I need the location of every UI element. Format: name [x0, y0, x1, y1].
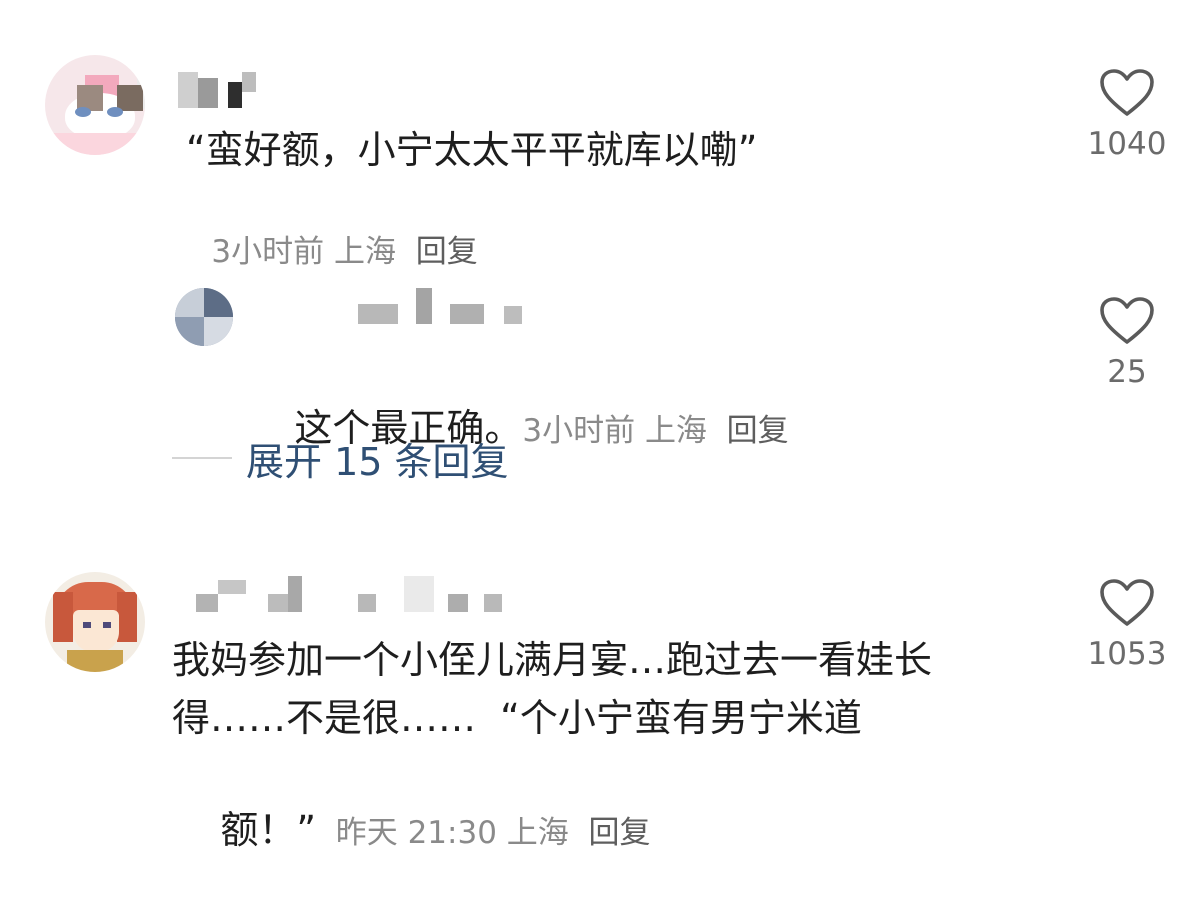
like-count: 1053 [1087, 636, 1167, 672]
heart-outline-icon [1100, 69, 1154, 116]
reply-button[interactable]: 回复 [589, 815, 651, 851]
comment-location: 上海 [334, 234, 397, 270]
reply-item: 这个最正确。3小时前 上海 回复 25 [0, 270, 1200, 450]
expand-replies-button[interactable]: 展开 15 条回复 [172, 430, 509, 486]
username-blurred[interactable] [358, 288, 528, 324]
avatar-eye [75, 107, 91, 117]
expand-replies-label[interactable]: 展开 15 条回复 [246, 431, 509, 486]
comment-location: 上海 [506, 815, 569, 851]
like-button[interactable]: 25 [1087, 296, 1167, 392]
user-avatar[interactable] [45, 572, 145, 672]
heart-outline-icon [1100, 297, 1154, 344]
avatar-eye [83, 622, 91, 628]
comment-text-line2: 得……不是很…… “个小宁蛮有男宁米道 [172, 696, 862, 740]
avatar-hair [53, 592, 73, 642]
like-count: 25 [1107, 354, 1147, 390]
like-button[interactable]: 1053 [1087, 578, 1167, 674]
comment-text-line3: 额！” 昨天 21:30 上海 回复 [220, 808, 651, 852]
avatar-eye [107, 107, 123, 117]
comment-text: “蛮好额，小宁太太平平就库以嘞” [186, 128, 758, 172]
user-avatar[interactable] [175, 288, 233, 346]
reply-time: 3小时前 [522, 413, 636, 449]
like-button[interactable]: 1040 [1087, 68, 1167, 164]
reply-location: 上海 [644, 413, 707, 449]
comment-time: 3小时前 [211, 234, 325, 270]
avatar-bottom-shade [45, 133, 145, 155]
user-avatar[interactable] [45, 55, 145, 155]
avatar-hair [117, 592, 137, 642]
avatar-fur-patch [117, 85, 143, 111]
username-blurred[interactable] [196, 576, 506, 612]
comment-item-1: “蛮好额，小宁太太平平就库以嘞” 3小时前 上海 回复 1040 [0, 0, 1200, 270]
heart-outline-icon [1100, 579, 1154, 626]
comment-time: 昨天 21:30 [335, 815, 497, 851]
avatar-face [73, 610, 119, 652]
avatar-collar [67, 650, 123, 672]
comment-item-2: 我妈参加一个小侄儿满月宴…跑过去一看娃长 得……不是很…… “个小宁蛮有男宁米道… [0, 540, 1200, 852]
comment-meta: 昨天 21:30 上海 回复 [316, 815, 651, 851]
username-blurred[interactable] [178, 72, 268, 108]
reply-button[interactable]: 回复 [727, 413, 789, 449]
reply-meta: 3小时前 上海 回复 [522, 413, 788, 449]
like-count: 1040 [1087, 126, 1167, 162]
expand-divider-line [172, 457, 232, 459]
reply-button[interactable]: 回复 [416, 234, 478, 270]
comment-text: 我妈参加一个小侄儿满月宴…跑过去一看娃长 [172, 638, 933, 682]
avatar-eye [103, 622, 111, 628]
